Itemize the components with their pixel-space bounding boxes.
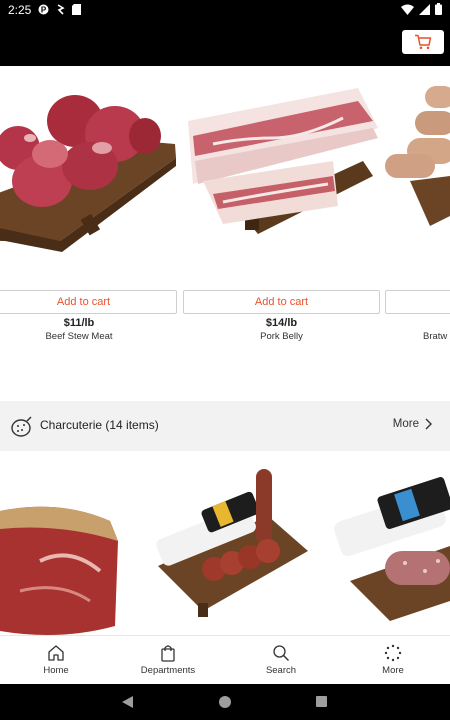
status-system-icons [401, 3, 442, 15]
category-title: Charcuterie (14 items) [40, 418, 159, 432]
product-card-charcuterie-2[interactable] [148, 451, 313, 635]
wifi-icon [401, 4, 414, 15]
more-button[interactable]: More [393, 418, 432, 430]
nav-departments[interactable]: Departments [123, 636, 213, 685]
product-name[interactable]: Pork Belly [183, 331, 380, 342]
dots-icon [384, 644, 402, 662]
app-notification-icon: P [38, 4, 49, 15]
home-icon [48, 645, 64, 661]
bottom-navigation: Home Departments Search More [0, 635, 450, 684]
chevron-right-icon [425, 418, 432, 430]
product-image[interactable] [330, 451, 450, 635]
product-card-charcuterie-3[interactable] [330, 451, 450, 635]
cart-icon [415, 34, 432, 50]
product-card-bratwurst[interactable]: Bratw [385, 66, 450, 356]
product-image[interactable] [148, 451, 313, 635]
product-row-charcuterie [0, 451, 450, 635]
salami-icon [11, 416, 32, 437]
product-row-featured: Add to cart $11/lb Beef Stew Meat Add to… [0, 66, 450, 356]
search-icon [273, 645, 289, 661]
add-to-cart-button[interactable] [385, 290, 450, 314]
product-image[interactable] [183, 66, 380, 281]
status-time: 2:25 [8, 3, 32, 17]
home-circle-icon[interactable] [219, 696, 231, 708]
sync-icon [57, 4, 65, 15]
svg-text:P: P [41, 6, 47, 15]
nav-label: More [382, 665, 404, 676]
app-header [0, 20, 450, 66]
product-image[interactable] [385, 66, 450, 281]
product-name[interactable]: Bratw [423, 331, 450, 342]
recents-icon[interactable] [316, 696, 327, 707]
status-bar: 2:25 P [0, 0, 450, 20]
content-area: Add to cart $11/lb Beef Stew Meat Add to… [0, 66, 450, 635]
signal-icon [419, 3, 430, 15]
battery-icon [435, 3, 442, 15]
product-card-charcuterie-1[interactable] [0, 451, 120, 635]
nav-search[interactable]: Search [236, 636, 326, 685]
back-icon[interactable] [122, 696, 134, 708]
product-card-beef-stew-meat[interactable]: Add to cart $11/lb Beef Stew Meat [0, 66, 178, 356]
nav-label: Search [265, 665, 297, 676]
sd-card-icon [72, 4, 81, 15]
product-image[interactable] [0, 66, 178, 281]
product-price: $11/lb [63, 317, 95, 329]
nav-home[interactable]: Home [11, 636, 101, 685]
product-name[interactable]: Beef Stew Meat [0, 331, 158, 342]
add-to-cart-button[interactable]: Add to cart [0, 290, 177, 314]
add-to-cart-button[interactable]: Add to cart [183, 290, 380, 314]
status-notification-icons: P [38, 4, 81, 15]
nav-more[interactable]: More [348, 636, 438, 685]
product-card-pork-belly[interactable]: Add to cart $14/lb Pork Belly [183, 66, 380, 356]
product-price: $14/lb [265, 317, 298, 329]
category-header-charcuterie[interactable]: Charcuterie (14 items) More [0, 401, 450, 451]
nav-label: Home [43, 665, 69, 676]
more-label: More [392, 418, 419, 430]
nav-label: Departments [140, 665, 196, 676]
product-image[interactable] [0, 451, 120, 635]
cart-button[interactable] [402, 30, 444, 54]
system-navigation-bar [0, 684, 450, 720]
bag-icon [161, 645, 175, 662]
